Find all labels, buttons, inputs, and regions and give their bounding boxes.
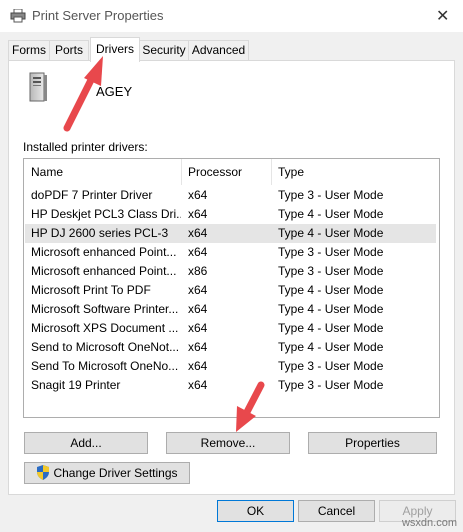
cell-name: HP DJ 2600 series PCL-3 (31, 226, 169, 240)
server-tower-icon (29, 72, 47, 102)
cell-type: Type 4 - User Mode (278, 340, 384, 354)
table-row[interactable]: Microsoft Print To PDF x64 Type 4 - User M… (25, 281, 436, 300)
cell-type: Type 3 - User Mode (278, 359, 384, 373)
table-row[interactable]: Microsoft enhanced Point... x64 Type 3 - U… (25, 243, 436, 262)
cell-processor: x64 (188, 226, 208, 240)
cell-name: Microsoft Software Printer... (31, 302, 179, 316)
cell-processor: x64 (188, 245, 208, 259)
cell-processor: x64 (188, 359, 208, 373)
cell-type: Type 3 - User Mode (278, 264, 384, 278)
cell-name: Microsoft Print To PDF (31, 283, 151, 297)
cell-type: Type 3 - User Mode (278, 245, 384, 259)
watermark: wsxdn.com (401, 517, 457, 529)
tab-forms[interactable]: Forms (8, 40, 50, 61)
drivers-list[interactable]: Name Processor Type doPDF 7 Printer Driv… (23, 158, 440, 418)
cell-name: HP Deskjet PCL3 Class Dri... (31, 207, 181, 221)
tab-security[interactable]: Security (139, 40, 189, 61)
installed-drivers-label: Installed printer drivers: (23, 140, 148, 154)
cell-type: Type 3 - User Mode (278, 188, 384, 202)
table-row[interactable]: Microsoft Software Printer... x64 Type 4 -… (25, 300, 436, 319)
cell-processor: x64 (188, 378, 208, 392)
cell-processor: x86 (188, 264, 208, 278)
window-title: Print Server Properties (32, 8, 164, 23)
table-row[interactable]: Microsoft enhanced Point... x86 Type 3 - U… (25, 262, 436, 281)
cell-name: doPDF 7 Printer Driver (31, 188, 153, 202)
column-header-type[interactable]: Type (271, 159, 436, 185)
cell-type: Type 4 - User Mode (278, 207, 384, 221)
cell-processor: x64 (188, 188, 208, 202)
printer-icon (10, 9, 26, 23)
properties-button[interactable]: Properties (308, 432, 437, 454)
cell-name: Microsoft enhanced Point... (31, 245, 177, 259)
cell-name: Send To Microsoft OneNo... (31, 359, 179, 373)
ok-button[interactable]: OK (217, 500, 294, 522)
table-row[interactable]: doPDF 7 Printer Driver x64 Type 3 - User M… (25, 186, 436, 205)
cell-name: Microsoft XPS Document ... (31, 321, 179, 335)
uac-shield-icon (37, 465, 50, 480)
cell-name: Microsoft enhanced Point... (31, 264, 177, 278)
table-row[interactable]: Snagit 19 Printer x64 Type 3 - User Mode (25, 376, 436, 395)
cell-type: Type 4 - User Mode (278, 283, 384, 297)
change-driver-settings-label: Change Driver Settings (53, 466, 178, 480)
change-driver-settings-button[interactable]: Change Driver Settings (24, 462, 190, 484)
server-name: AGEY (96, 84, 133, 99)
remove-button[interactable]: Remove... (166, 432, 290, 454)
column-header-name[interactable]: Name (24, 159, 181, 185)
cell-name: Send to Microsoft OneNot... (31, 340, 180, 354)
table-row[interactable]: HP DJ 2600 series PCL-3 x64 Type 4 - User … (25, 224, 436, 243)
close-icon[interactable]: ✕ (436, 6, 449, 26)
cell-type: Type 4 - User Mode (278, 302, 384, 316)
column-header-processor[interactable]: Processor (181, 159, 271, 185)
table-row[interactable]: Microsoft XPS Document ... x64 Type 4 - Us… (25, 319, 436, 338)
cell-processor: x64 (188, 207, 208, 221)
cancel-button[interactable]: Cancel (298, 500, 375, 522)
table-row[interactable]: Send To Microsoft OneNo... x64 Type 3 - Us… (25, 357, 436, 376)
tab-ports[interactable]: Ports (49, 40, 89, 61)
cell-name: Snagit 19 Printer (31, 378, 121, 392)
add-button[interactable]: Add... (24, 432, 148, 454)
cell-processor: x64 (188, 302, 208, 316)
cell-processor: x64 (188, 283, 208, 297)
cell-type: Type 4 - User Mode (278, 226, 384, 240)
table-row[interactable]: HP Deskjet PCL3 Class Dri... x64 Type 4 - … (25, 205, 436, 224)
cell-processor: x64 (188, 340, 208, 354)
table-row[interactable]: Send to Microsoft OneNot... x64 Type 4 - U… (25, 338, 436, 357)
cell-type: Type 4 - User Mode (278, 321, 384, 335)
tab-advanced[interactable]: Advanced (188, 40, 249, 61)
cell-type: Type 3 - User Mode (278, 378, 384, 392)
tab-drivers[interactable]: Drivers (90, 37, 140, 62)
cell-processor: x64 (188, 321, 208, 335)
